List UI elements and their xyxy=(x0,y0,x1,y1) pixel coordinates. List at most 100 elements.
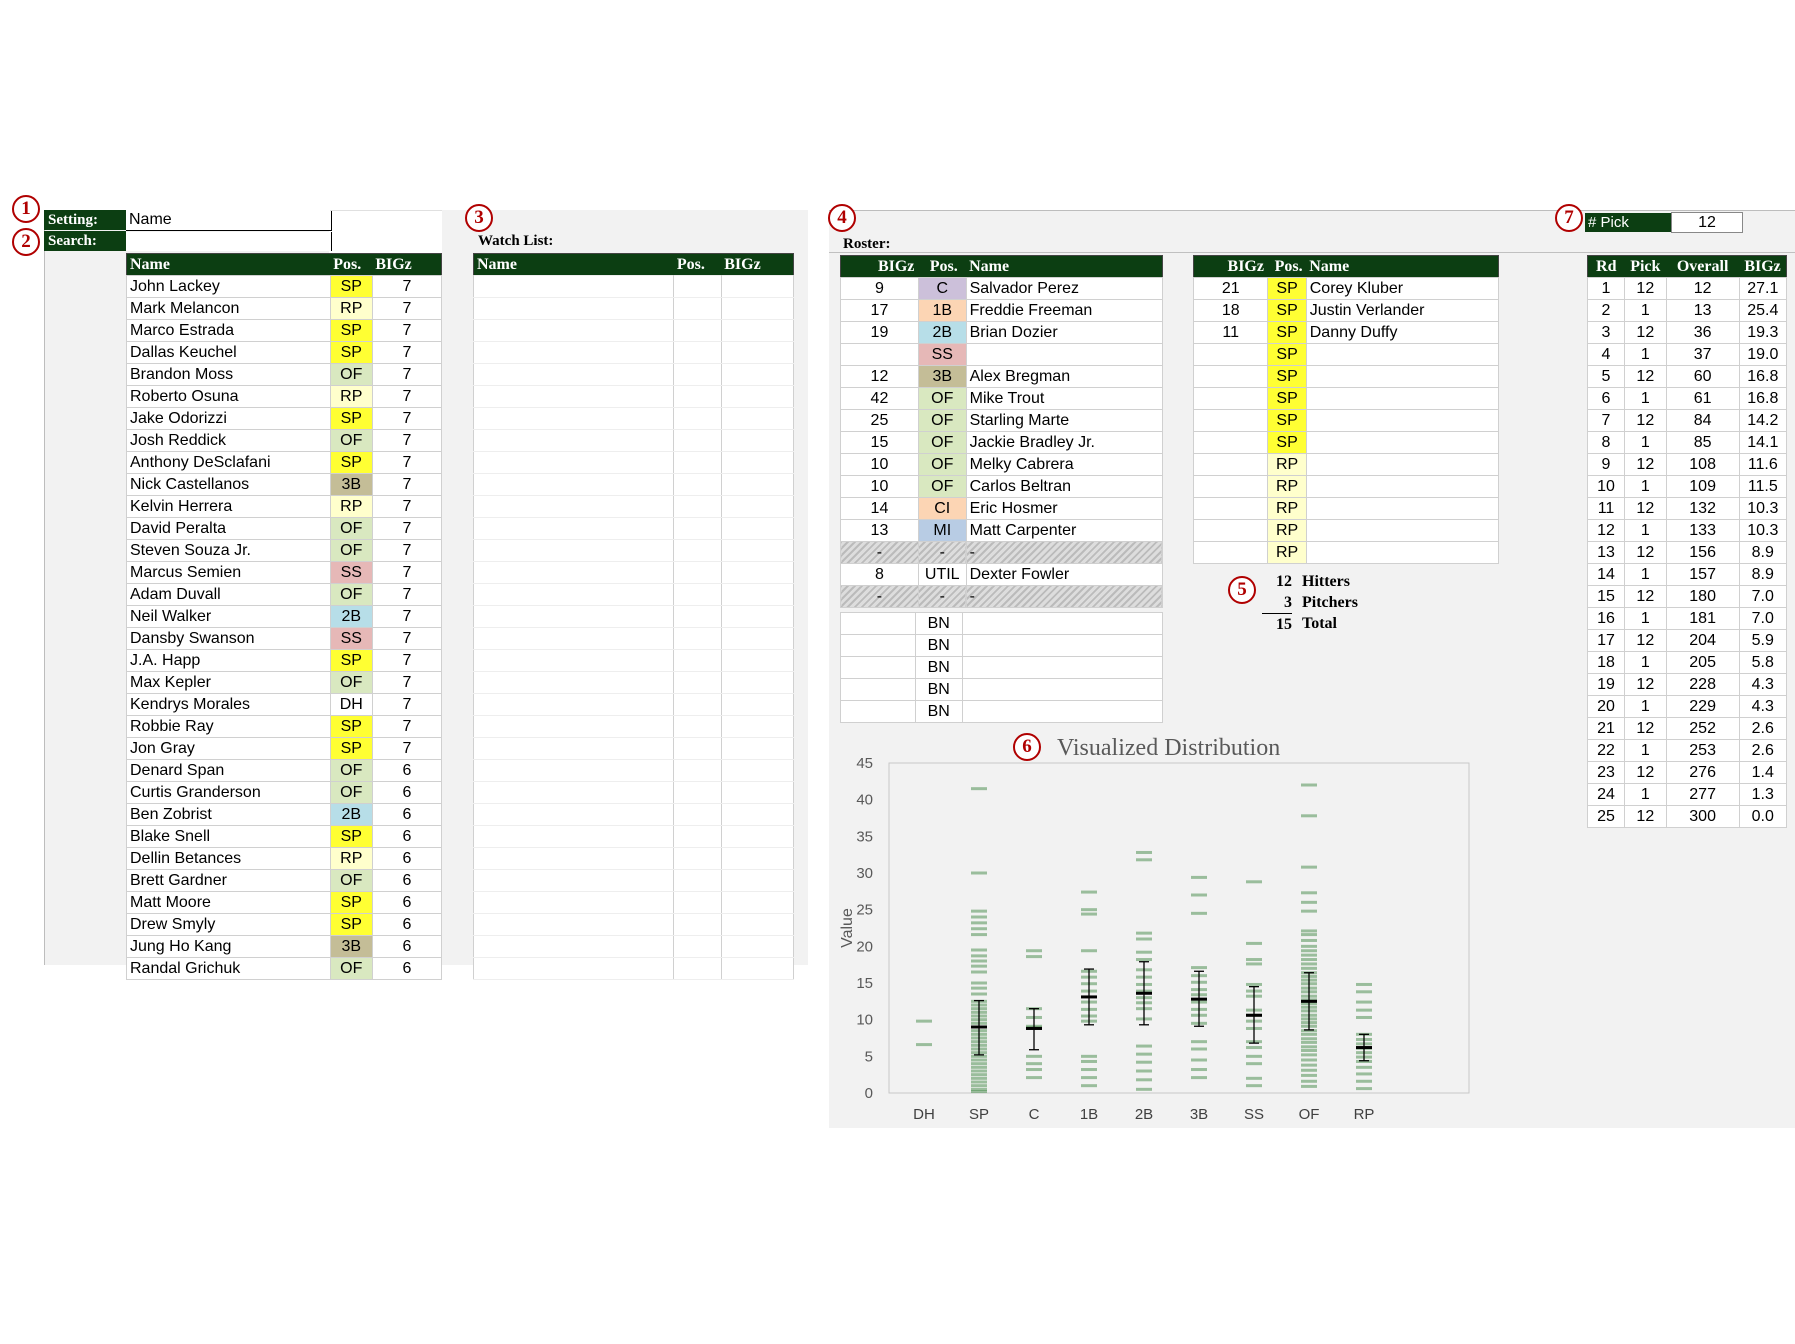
pitcher-row[interactable]: RP xyxy=(1192,453,1500,476)
player-row[interactable]: Jake Odorizzi SP 7 xyxy=(126,407,443,430)
pick-col-rd[interactable]: Rd xyxy=(1587,255,1625,278)
pitcher-row[interactable]: RP xyxy=(1192,497,1500,520)
pitcher-row[interactable]: RP xyxy=(1192,541,1500,564)
search-input[interactable] xyxy=(126,232,332,251)
hitters-col-pos[interactable]: Pos. xyxy=(918,255,967,278)
watch-row[interactable] xyxy=(472,649,795,672)
player-row[interactable]: Jung Ho Kang 3B 6 xyxy=(126,935,443,958)
player-row[interactable]: Max Kepler OF 7 xyxy=(126,671,443,694)
watch-row[interactable] xyxy=(472,891,795,914)
player-row[interactable]: Drew Smyly SP 6 xyxy=(126,913,443,936)
player-row[interactable]: Mark Melancon RP 7 xyxy=(126,297,443,320)
watch-row[interactable] xyxy=(472,517,795,540)
player-row[interactable]: Josh Reddick OF 7 xyxy=(126,429,443,452)
watch-row[interactable] xyxy=(472,297,795,320)
player-row[interactable]: Roberto Osuna RP 7 xyxy=(126,385,443,408)
watch-row[interactable] xyxy=(472,583,795,606)
watch-row[interactable] xyxy=(472,605,795,628)
pitcher-row[interactable]: SP xyxy=(1192,431,1500,454)
hitter-row[interactable]: 8 UTIL Dexter Fowler xyxy=(840,563,1164,586)
hitter-row[interactable]: 13 MI Matt Carpenter xyxy=(840,519,1164,542)
hitter-row[interactable]: 25 OF Starling Marte xyxy=(840,409,1164,432)
player-row[interactable]: Nick Castellanos 3B 7 xyxy=(126,473,443,496)
watch-row[interactable] xyxy=(472,363,795,386)
player-row[interactable]: Robbie Ray SP 7 xyxy=(126,715,443,738)
pitcher-row[interactable]: RP xyxy=(1192,475,1500,498)
player-row[interactable]: Randal Grichuk OF 6 xyxy=(126,957,443,980)
watch-row[interactable] xyxy=(472,473,795,496)
watch-col-bigz[interactable]: BIGz xyxy=(721,253,794,276)
watch-row[interactable] xyxy=(472,341,795,364)
player-row[interactable]: Ben Zobrist 2B 6 xyxy=(126,803,443,826)
pick-col-overall[interactable]: Overall xyxy=(1666,255,1740,278)
pitchers-col-pos[interactable]: Pos. xyxy=(1267,255,1307,278)
watch-row[interactable] xyxy=(472,935,795,958)
watch-row[interactable] xyxy=(472,671,795,694)
watch-row[interactable] xyxy=(472,319,795,342)
watch-row[interactable] xyxy=(472,957,795,980)
watch-row[interactable] xyxy=(472,781,795,804)
watch-row[interactable] xyxy=(472,451,795,474)
watch-row[interactable] xyxy=(472,693,795,716)
watch-row[interactable] xyxy=(472,495,795,518)
player-row[interactable]: Jon Gray SP 7 xyxy=(126,737,443,760)
hitter-row[interactable]: 17 1B Freddie Freeman xyxy=(840,299,1164,322)
pick-input[interactable]: 12 xyxy=(1671,212,1743,233)
pitcher-row[interactable]: 18 SP Justin Verlander xyxy=(1192,299,1500,322)
watch-row[interactable] xyxy=(472,275,795,298)
player-row[interactable]: Dallas Keuchel SP 7 xyxy=(126,341,443,364)
setting-field[interactable]: Name xyxy=(126,210,332,231)
player-row[interactable]: Denard Span OF 6 xyxy=(126,759,443,782)
watch-row[interactable] xyxy=(472,385,795,408)
player-row[interactable]: Kendrys Morales DH 7 xyxy=(126,693,443,716)
watch-row[interactable] xyxy=(472,803,795,826)
player-row[interactable]: Steven Souza Jr. OF 7 xyxy=(126,539,443,562)
pitcher-row[interactable]: SP xyxy=(1192,387,1500,410)
watch-row[interactable] xyxy=(472,561,795,584)
hitter-row[interactable]: 42 OF Mike Trout xyxy=(840,387,1164,410)
watch-row[interactable] xyxy=(472,627,795,650)
watch-row[interactable] xyxy=(472,913,795,936)
watch-row[interactable] xyxy=(472,759,795,782)
player-row[interactable]: David Peralta OF 7 xyxy=(126,517,443,540)
hitters-col-name[interactable]: Name xyxy=(966,255,1163,278)
bench-row[interactable]: BN xyxy=(840,634,1164,657)
hitter-row[interactable]: --- xyxy=(840,585,1164,608)
player-row[interactable]: Neil Walker 2B 7 xyxy=(126,605,443,628)
hitter-row[interactable]: 14 CI Eric Hosmer xyxy=(840,497,1164,520)
player-row[interactable]: Brandon Moss OF 7 xyxy=(126,363,443,386)
pitcher-row[interactable]: RP xyxy=(1192,519,1500,542)
col-name[interactable]: Name xyxy=(126,253,331,276)
watch-row[interactable] xyxy=(472,407,795,430)
player-row[interactable]: Marcus Semien SS 7 xyxy=(126,561,443,584)
watch-row[interactable] xyxy=(472,869,795,892)
hitter-row[interactable]: 12 3B Alex Bregman xyxy=(840,365,1164,388)
watch-row[interactable] xyxy=(472,539,795,562)
pitchers-col-name[interactable]: Name xyxy=(1306,255,1499,278)
player-row[interactable]: J.A. Happ SP 7 xyxy=(126,649,443,672)
player-row[interactable]: Brett Gardner OF 6 xyxy=(126,869,443,892)
pick-col-pick[interactable]: Pick xyxy=(1624,255,1667,278)
pitchers-col-bigz[interactable]: BIGz xyxy=(1193,255,1268,278)
player-row[interactable]: John Lackey SP 7 xyxy=(126,275,443,298)
hitters-col-bigz[interactable]: BIGz xyxy=(840,255,919,278)
hitter-row[interactable]: 9 C Salvador Perez xyxy=(840,277,1164,300)
player-row[interactable]: Adam Duvall OF 7 xyxy=(126,583,443,606)
hitter-row[interactable]: 19 2B Brian Dozier xyxy=(840,321,1164,344)
hitter-row[interactable]: SS xyxy=(840,343,1164,366)
pitcher-row[interactable]: SP xyxy=(1192,365,1500,388)
pitcher-row[interactable]: 21 SP Corey Kluber xyxy=(1192,277,1500,300)
player-row[interactable]: Dansby Swanson SS 7 xyxy=(126,627,443,650)
hitter-row[interactable]: 15 OF Jackie Bradley Jr. xyxy=(840,431,1164,454)
player-row[interactable]: Curtis Granderson OF 6 xyxy=(126,781,443,804)
player-row[interactable]: Marco Estrada SP 7 xyxy=(126,319,443,342)
hitter-row[interactable]: 10 OF Melky Cabrera xyxy=(840,453,1164,476)
watch-row[interactable] xyxy=(472,737,795,760)
col-pos[interactable]: Pos. xyxy=(330,253,373,276)
watch-row[interactable] xyxy=(472,847,795,870)
watch-row[interactable] xyxy=(472,825,795,848)
pitcher-row[interactable]: SP xyxy=(1192,409,1500,432)
pitcher-row[interactable]: SP xyxy=(1192,343,1500,366)
pick-col-bigz[interactable]: BIGz xyxy=(1739,255,1787,278)
watch-col-name[interactable]: Name xyxy=(473,253,674,276)
